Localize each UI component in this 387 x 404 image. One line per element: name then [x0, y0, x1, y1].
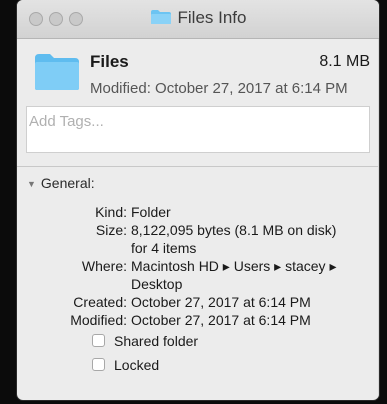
created-row: Created: October 27, 2017 at 6:14 PM: [17, 293, 379, 311]
where-row-continued: Desktop: [17, 275, 379, 293]
general-info-list: Kind: Folder Size: 8,122,095 bytes (8.1 …: [17, 203, 379, 377]
size-row: Size: 8,122,095 bytes (8.1 MB on disk): [17, 221, 379, 239]
window-title-text: Files Info: [177, 8, 247, 27]
modified-label: Modified:: [70, 312, 127, 328]
folder-icon: [34, 53, 80, 96]
kind-label: Kind:: [95, 204, 127, 220]
kind-row: Kind: Folder: [17, 203, 379, 221]
shared-folder-row[interactable]: Shared folder: [17, 329, 379, 353]
scroll-edge: [378, 39, 379, 400]
size-value-continued: for 4 items: [131, 240, 197, 256]
size-row-continued: for 4 items: [17, 239, 379, 257]
where-path-continued[interactable]: Desktop: [131, 275, 182, 293]
info-window: Files Info Files 8.1 MB Modified: Octobe…: [17, 0, 379, 400]
tags-input[interactable]: [29, 113, 359, 130]
general-section-header[interactable]: ▼ General:: [27, 175, 95, 191]
created-label: Created:: [73, 294, 127, 310]
where-path[interactable]: Macintosh HD ▸ Users ▸ stacey ▸: [131, 257, 336, 275]
locked-label[interactable]: Locked: [114, 353, 159, 377]
kind-value: Folder: [131, 204, 171, 220]
folder-icon: [150, 9, 172, 30]
shared-folder-label[interactable]: Shared folder: [114, 329, 198, 353]
shared-folder-checkbox[interactable]: [92, 334, 105, 347]
disclosure-triangle-icon[interactable]: ▼: [27, 179, 36, 189]
file-name: Files: [90, 52, 129, 71]
where-row: Where: Macintosh HD ▸ Users ▸ stacey ▸: [17, 257, 379, 275]
tags-field-container: [26, 106, 370, 153]
modified-date: Modified: October 27, 2017 at 6:14 PM: [90, 80, 348, 97]
modified-value: October 27, 2017 at 6:14 PM: [131, 312, 311, 328]
size-value: 8,122,095 bytes (8.1 MB on disk): [131, 222, 337, 238]
file-size: 8.1 MB: [319, 53, 370, 70]
created-value: October 27, 2017 at 6:14 PM: [131, 294, 311, 310]
modified-row: Modified: October 27, 2017 at 6:14 PM: [17, 311, 379, 329]
title-bar[interactable]: Files Info: [17, 0, 379, 39]
locked-row[interactable]: Locked: [17, 353, 379, 377]
locked-checkbox[interactable]: [92, 358, 105, 371]
where-label: Where:: [81, 258, 127, 274]
window-title: Files Info: [17, 8, 379, 30]
size-label: Size:: [95, 222, 127, 238]
divider: [17, 166, 379, 167]
info-header: Files 8.1 MB Modified: October 27, 2017 …: [17, 39, 379, 106]
general-section-label: General:: [40, 175, 95, 191]
